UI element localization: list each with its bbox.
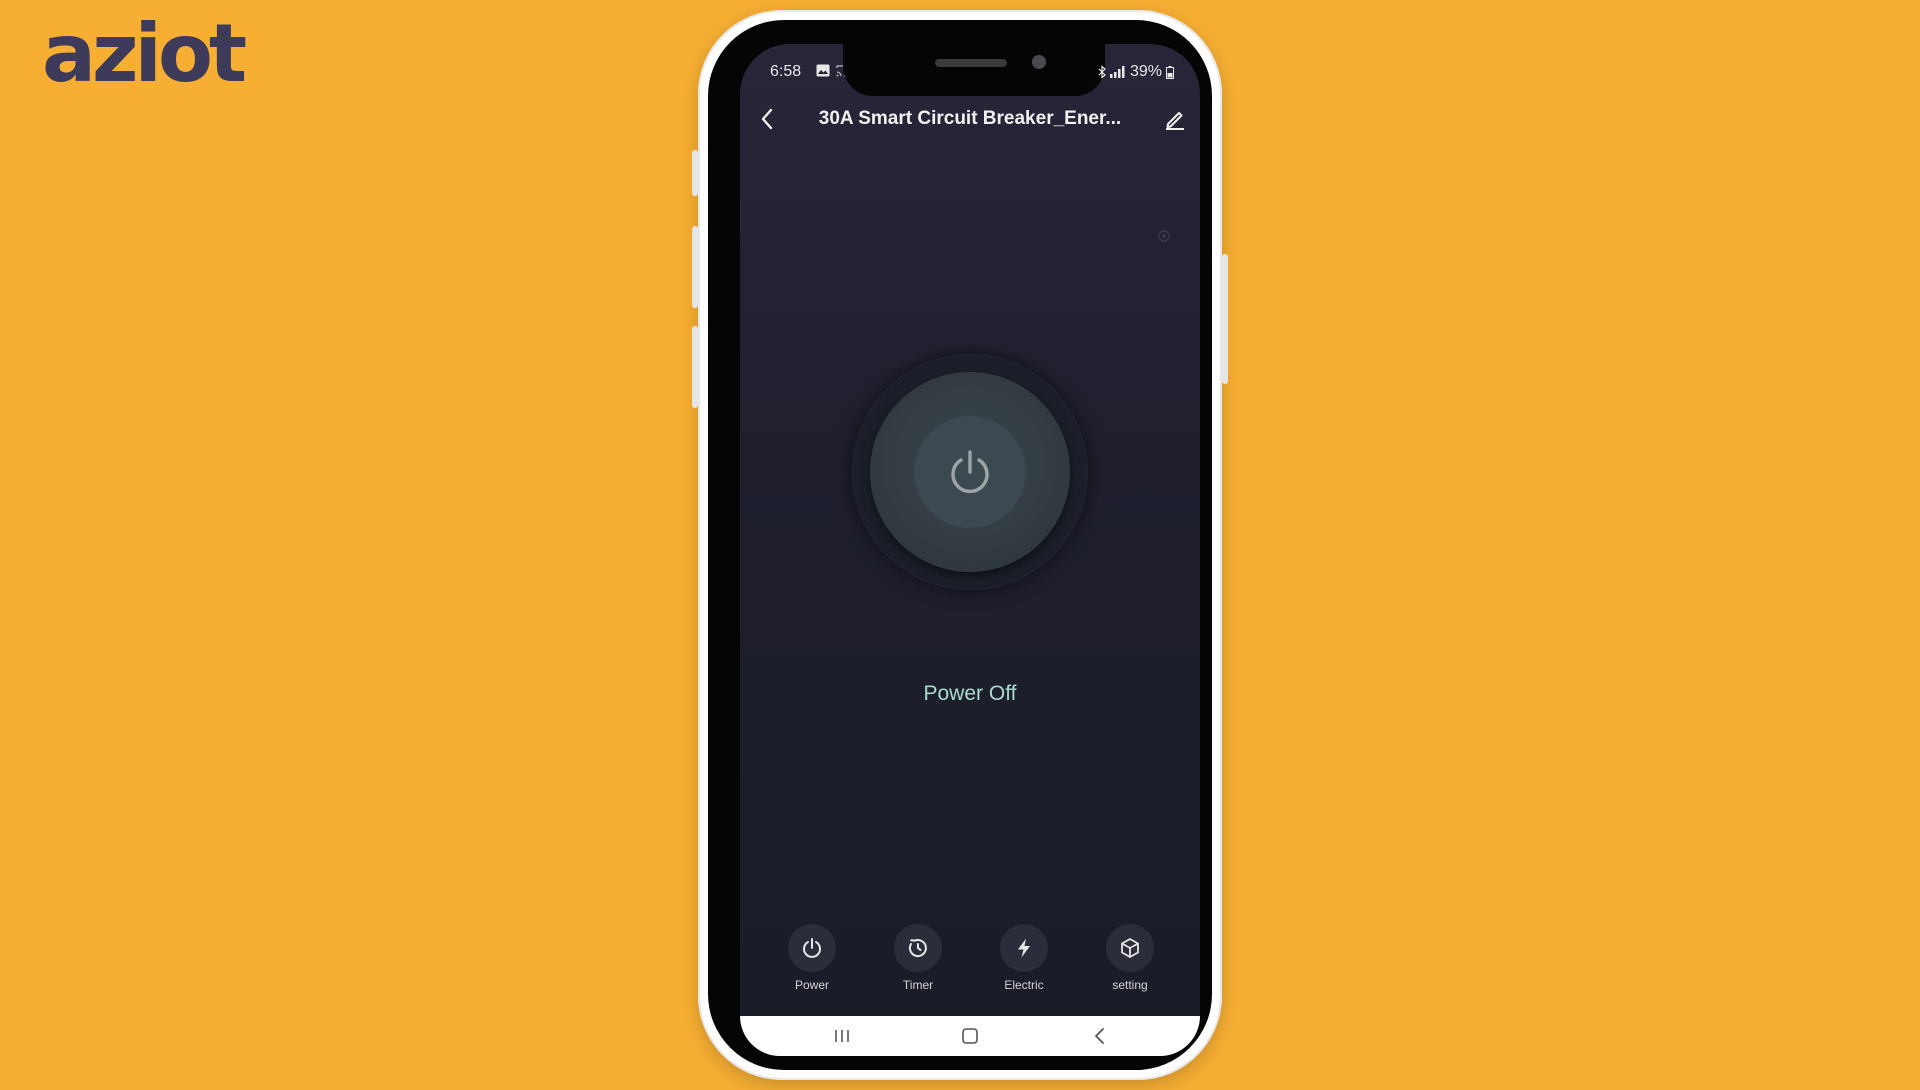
- phone-frame: 6:58 39% 30A Smart Circuit Breaker_Ener.…: [692, 10, 1228, 1080]
- tab-timer-icon-wrap: [894, 924, 942, 972]
- home-button[interactable]: [956, 1024, 984, 1048]
- back-button[interactable]: [752, 104, 782, 134]
- cube-icon: [1121, 938, 1139, 958]
- tab-power-icon-wrap: [788, 924, 836, 972]
- phone-bezel: 6:58 39% 30A Smart Circuit Breaker_Ener.…: [708, 20, 1212, 1070]
- battery-percent: 39%: [1129, 63, 1162, 80]
- device-title: 30A Smart Circuit Breaker_Ener...: [818, 108, 1122, 129]
- camera-notch: [843, 44, 1105, 96]
- tab-power[interactable]: Power: [772, 924, 852, 992]
- status-icons-right: 39%: [1098, 63, 1174, 81]
- chevron-left-icon: [761, 108, 773, 130]
- bluetooth-icon: [1098, 65, 1106, 79]
- image-icon: [816, 64, 830, 77]
- signal-icon: [1109, 66, 1125, 78]
- battery-icon: [1166, 65, 1174, 79]
- tab-electric[interactable]: Electric: [984, 924, 1064, 992]
- tab-setting-icon-wrap: [1106, 924, 1154, 972]
- indicator-dot-icon: [1158, 230, 1170, 242]
- front-camera: [1032, 55, 1046, 69]
- speaker-grille: [935, 59, 1007, 67]
- system-nav-bar: [740, 1016, 1200, 1056]
- back-icon: [1095, 1028, 1104, 1044]
- system-back-button[interactable]: [1086, 1024, 1114, 1048]
- tab-setting[interactable]: setting: [1090, 924, 1170, 992]
- power-switch-ring: [870, 372, 1070, 572]
- power-switch-center: [914, 416, 1026, 528]
- tab-setting-label: setting: [1112, 978, 1148, 992]
- power-status: Power Off: [923, 682, 1017, 705]
- lightning-icon: [1018, 938, 1030, 958]
- power-icon: [803, 938, 821, 958]
- power-icon: [951, 450, 989, 494]
- home-icon: [962, 1028, 978, 1044]
- tab-electric-icon-wrap: [1000, 924, 1048, 972]
- phone-side-button: [1222, 254, 1228, 384]
- status-time: 6:58: [770, 63, 802, 80]
- phone-side-button: [692, 150, 698, 196]
- tab-timer[interactable]: Timer: [878, 924, 958, 992]
- timer-icon: [908, 939, 927, 957]
- app-screen: 6:58 39% 30A Smart Circuit Breaker_Ener.…: [740, 44, 1200, 1056]
- phone-side-button: [692, 226, 698, 308]
- power-switch[interactable]: [852, 354, 1088, 590]
- recent-apps-button[interactable]: [828, 1024, 856, 1048]
- tab-electric-label: Electric: [1004, 978, 1044, 992]
- tab-power-label: Power: [794, 978, 829, 992]
- phone-side-button: [692, 326, 698, 408]
- edit-button[interactable]: [1160, 104, 1190, 134]
- bottom-tab-bar: Power Timer Electric setting: [740, 924, 1200, 1004]
- pencil-icon: [1166, 112, 1184, 130]
- recent-apps-icon: [835, 1030, 849, 1042]
- brand-logo: aziot: [42, 7, 247, 100]
- tab-timer-label: Timer: [902, 978, 934, 992]
